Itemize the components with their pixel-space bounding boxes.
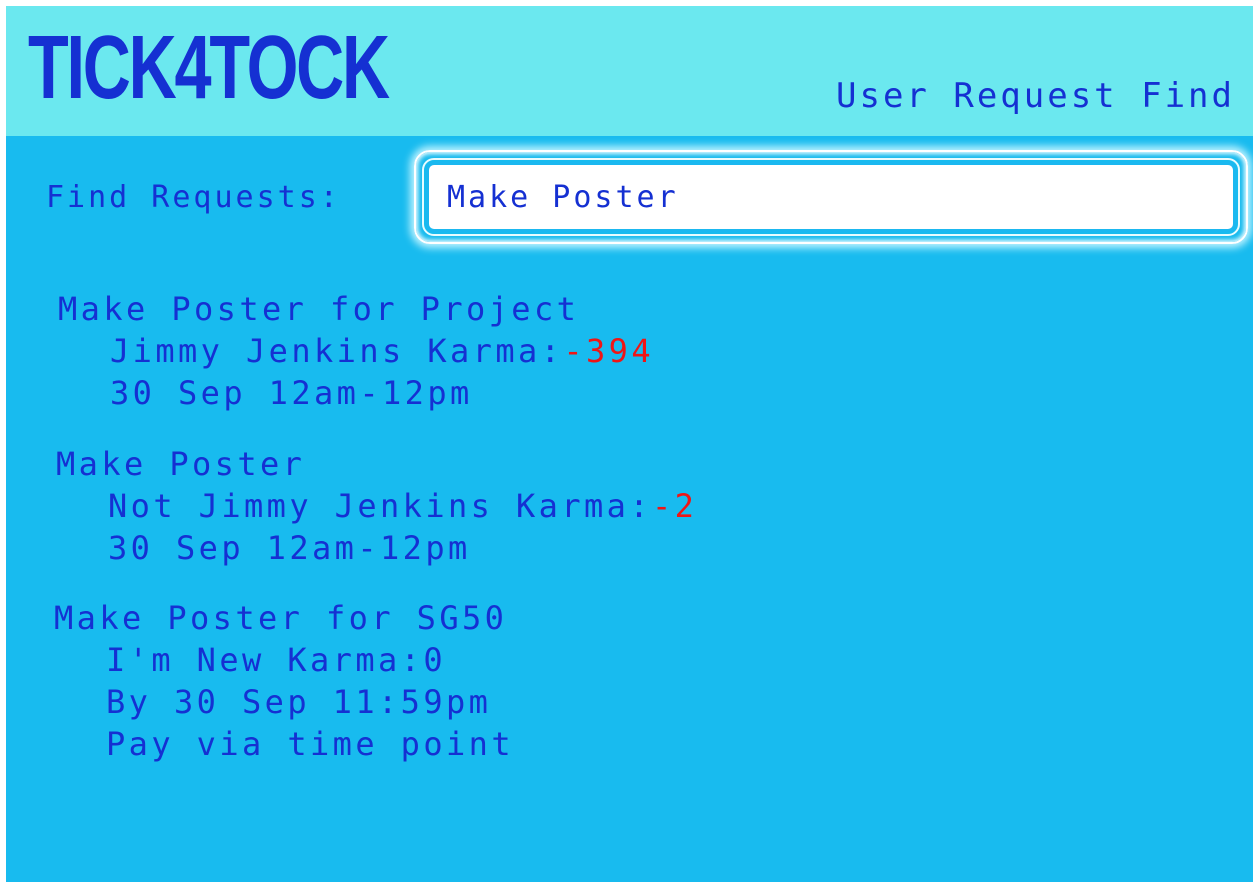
result-user: Jimmy Jenkins — [110, 332, 405, 370]
result-time: 30 Sep 12am-12pm — [108, 529, 471, 567]
karma-value: 0 — [423, 641, 447, 679]
karma-value: -2 — [652, 487, 698, 525]
karma-label: Karma: — [427, 332, 564, 370]
result-item-1[interactable]: Make Poster for Project Jimmy Jenkins Ka… — [58, 288, 654, 414]
result-item-2[interactable]: Make Poster Not Jimmy Jenkins Karma:-2 3… — [56, 443, 697, 569]
karma-value: -394 — [563, 332, 654, 370]
app-frame: TICK4TOCK User Request Find Find Request… — [6, 6, 1253, 882]
header-bar: TICK4TOCK User Request Find — [6, 6, 1253, 136]
result-user: I'm New — [106, 641, 265, 679]
result-title: Make Poster for Project — [58, 290, 580, 328]
result-time: By 30 Sep 11:59pm — [106, 683, 492, 721]
result-title: Make Poster — [56, 445, 306, 483]
main-panel: Find Requests: Make Poster for Project J… — [6, 136, 1253, 882]
app-logo: TICK4TOCK — [28, 18, 390, 118]
search-input[interactable] — [426, 162, 1236, 232]
result-title: Make Poster for SG50 — [54, 599, 508, 637]
result-user-line: Not Jimmy Jenkins Karma:-2 — [56, 485, 697, 527]
result-item-3[interactable]: Make Poster for SG50 I'm New Karma:0 By … — [54, 597, 514, 765]
search-box-glow — [414, 150, 1248, 244]
result-user: Not Jimmy Jenkins — [108, 487, 494, 525]
result-user-line: Jimmy Jenkins Karma:-394 — [58, 330, 654, 372]
page-title: User Request Find — [836, 76, 1235, 116]
karma-label: Karma: — [287, 641, 424, 679]
search-label: Find Requests: — [46, 180, 341, 215]
result-payment: Pay via time point — [106, 725, 514, 763]
result-user-line: I'm New Karma:0 — [54, 639, 514, 681]
result-time: 30 Sep 12am-12pm — [110, 374, 473, 412]
karma-label: Karma: — [516, 487, 652, 525]
